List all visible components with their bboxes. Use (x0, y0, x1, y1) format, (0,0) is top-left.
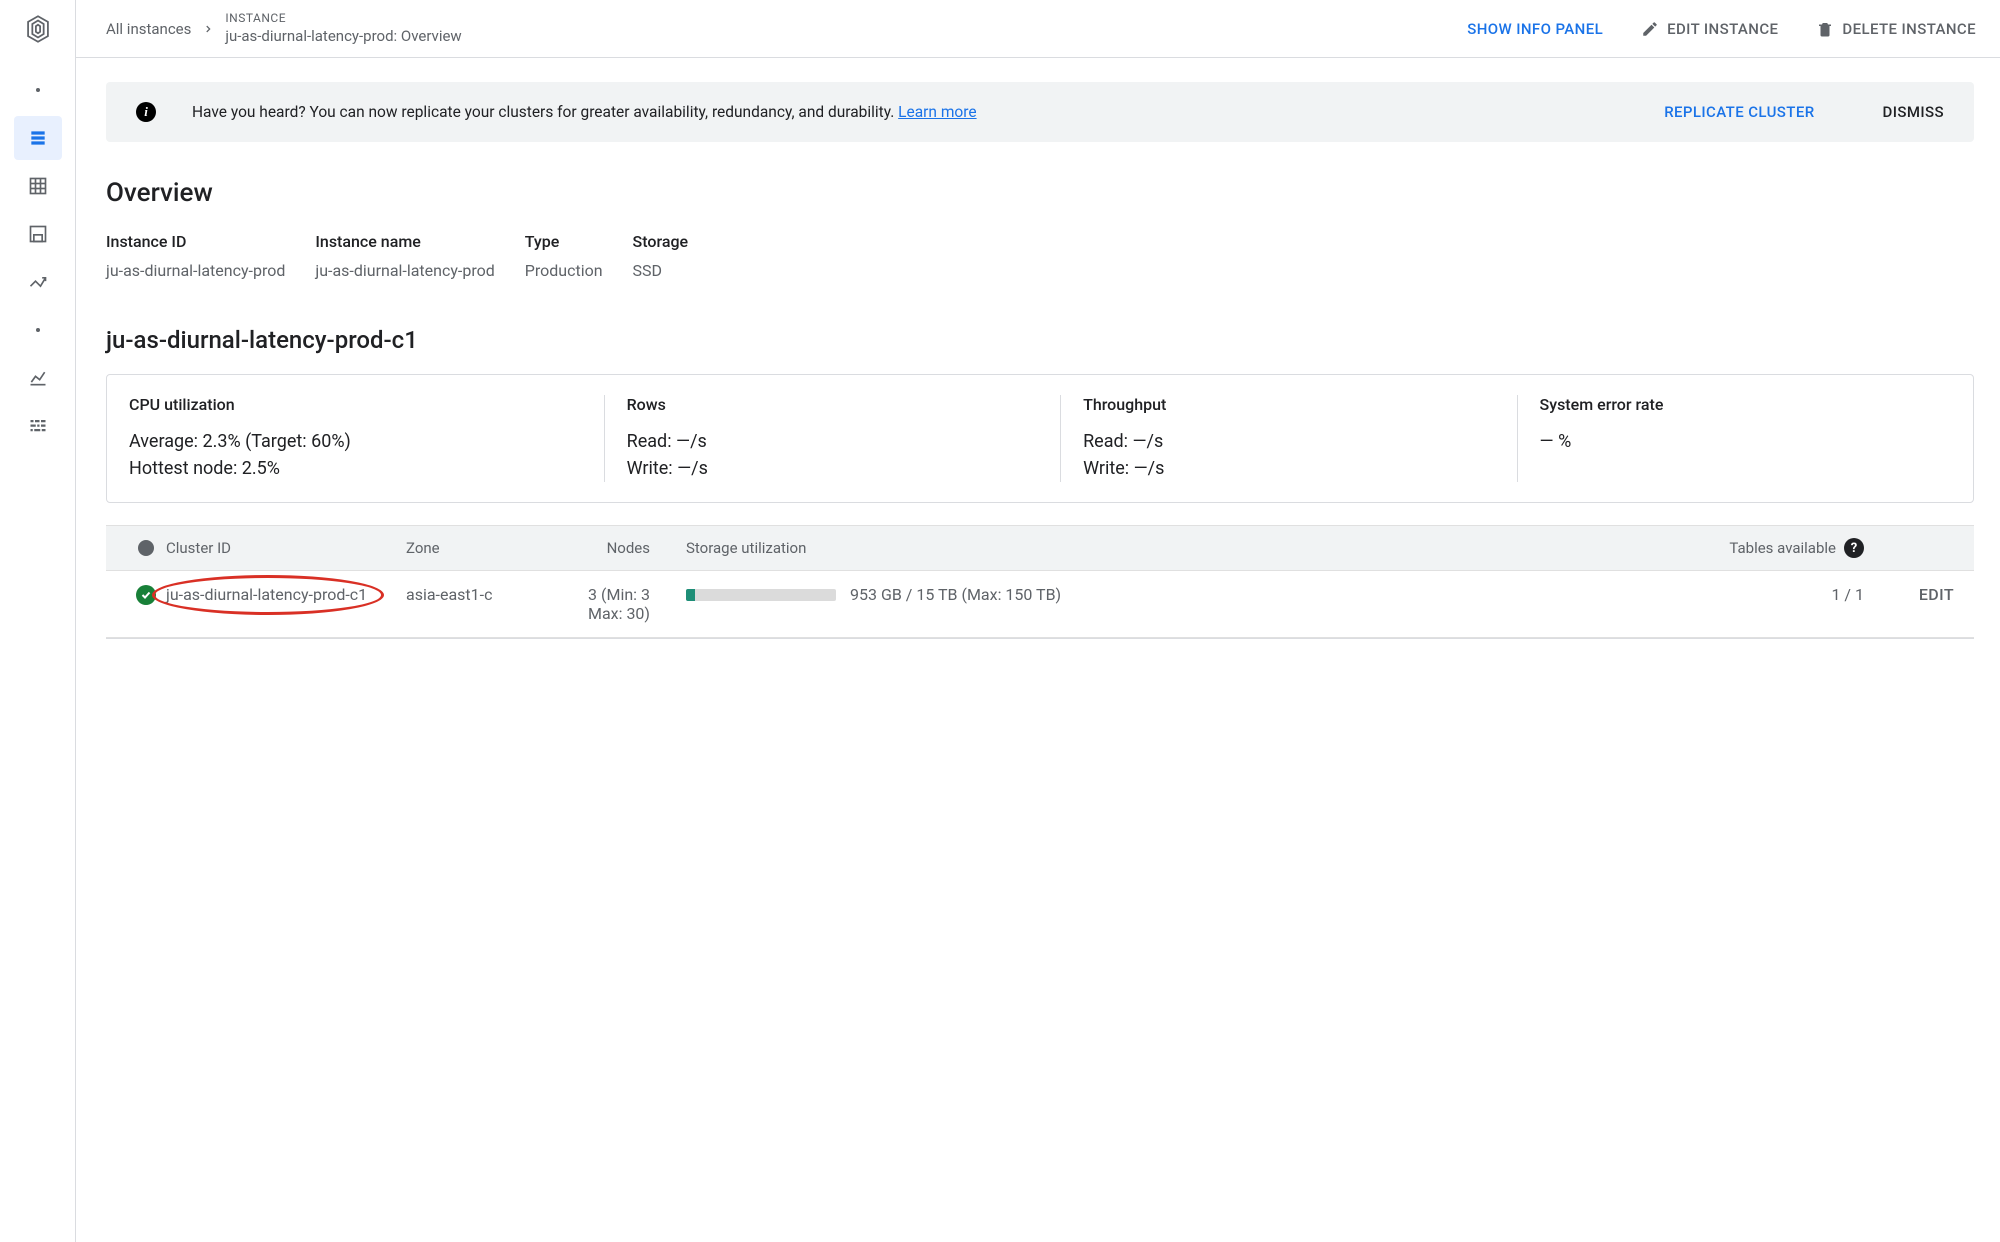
stat-rows-read: Read: —/s (627, 428, 1038, 455)
chevron-right-icon (203, 20, 213, 38)
nav-item-tables[interactable] (14, 164, 62, 208)
field-value-storage: SSD (633, 261, 689, 280)
field-value-type: Production (525, 261, 603, 280)
cell-nodes: 3 (Min: 3 Max: 30) (556, 585, 686, 623)
field-label-instance-name: Instance name (315, 232, 494, 251)
nav-item-backups[interactable] (14, 212, 62, 256)
table-header: Cluster ID Zone Nodes Storage utilizatio… (106, 525, 1974, 571)
pencil-icon (1641, 20, 1659, 38)
stat-rows-write: Write: —/s (627, 455, 1038, 482)
dismiss-button[interactable]: DISMISS (1883, 103, 1944, 121)
cell-cluster-id[interactable]: ju-as-diurnal-latency-prod-c1 (166, 585, 367, 604)
nav-item-instances[interactable] (14, 116, 62, 160)
status-header-icon (138, 540, 154, 556)
product-logo[interactable] (0, 0, 76, 58)
nav-item-monitoring[interactable] (14, 356, 62, 400)
nav-item-migration[interactable] (14, 260, 62, 304)
stat-cpu-avg: Average: 2.3% (Target: 60%) (129, 428, 582, 455)
replicate-cluster-button[interactable]: REPLICATE CLUSTER (1664, 103, 1814, 121)
field-label-storage: Storage (633, 232, 689, 251)
delete-instance-button[interactable]: DELETE INSTANCE (1816, 20, 1976, 38)
breadcrumb: All instances INSTANCE ju-as-diurnal-lat… (106, 11, 462, 46)
stat-label-error: System error rate (1540, 395, 1951, 414)
field-label-type: Type (525, 232, 603, 251)
topbar: All instances INSTANCE ju-as-diurnal-lat… (76, 0, 2000, 58)
info-icon: i (136, 102, 156, 122)
breadcrumb-current: INSTANCE ju-as-diurnal-latency-prod: Ove… (225, 11, 461, 46)
th-nodes[interactable]: Nodes (556, 539, 686, 557)
trash-icon (1816, 20, 1834, 38)
hexagon-logo-icon (21, 12, 55, 46)
stat-tp-read: Read: —/s (1083, 428, 1494, 455)
status-ok-icon (136, 585, 156, 605)
breadcrumb-label: INSTANCE (225, 11, 461, 27)
table-row: ju-as-diurnal-latency-prod-c1 asia-east1… (106, 571, 1974, 638)
cluster-table: Cluster ID Zone Nodes Storage utilizatio… (106, 525, 1974, 639)
field-label-instance-id: Instance ID (106, 232, 285, 251)
stat-label-throughput: Throughput (1083, 395, 1494, 414)
th-zone[interactable]: Zone (406, 539, 556, 557)
backup-icon (28, 224, 48, 244)
arrows-icon (28, 272, 48, 292)
storage-progress (686, 589, 836, 601)
chart-icon (28, 368, 48, 388)
edit-instance-button[interactable]: EDIT INSTANCE (1641, 20, 1778, 38)
page-title: Overview (106, 178, 1974, 208)
breadcrumb-root[interactable]: All instances (106, 20, 191, 38)
instance-fields: Instance ID ju-as-diurnal-latency-prod I… (106, 232, 1974, 280)
stat-label-cpu: CPU utilization (129, 395, 582, 414)
stat-cpu-hot: Hottest node: 2.5% (129, 455, 582, 482)
heatmap-icon (28, 417, 48, 435)
replication-banner: i Have you heard? You can now replicate … (106, 82, 1974, 142)
cell-storage-text: 953 GB / 15 TB (Max: 150 TB) (850, 585, 1061, 604)
field-value-instance-id: ju-as-diurnal-latency-prod (106, 261, 285, 280)
field-value-instance-name: ju-as-diurnal-latency-prod (315, 261, 494, 280)
learn-more-link[interactable]: Learn more (898, 103, 976, 121)
cluster-stats-card: CPU utilization Average: 2.3% (Target: 6… (106, 374, 1974, 503)
show-info-panel-button[interactable]: SHOW INFO PANEL (1467, 20, 1603, 38)
edit-cluster-button[interactable]: EDIT (1919, 585, 1954, 604)
stat-error-value: — % (1540, 428, 1951, 455)
nav-item-placeholder-2[interactable] (14, 308, 62, 352)
cell-zone: asia-east1-c (406, 585, 556, 604)
stat-tp-write: Write: —/s (1083, 455, 1494, 482)
nav-item-keyvis[interactable] (14, 404, 62, 448)
th-cluster-id[interactable]: Cluster ID (166, 539, 406, 557)
breadcrumb-title: ju-as-diurnal-latency-prod: Overview (225, 27, 461, 47)
stat-label-rows: Rows (627, 395, 1038, 414)
cell-tables: 1 / 1 (1684, 585, 1864, 604)
sidebar (0, 0, 76, 1242)
nav-item-placeholder-1[interactable] (14, 68, 62, 112)
table-icon (28, 176, 48, 196)
th-storage[interactable]: Storage utilization (686, 539, 1684, 557)
banner-text: Have you heard? You can now replicate yo… (192, 103, 1628, 121)
help-icon[interactable]: ? (1844, 538, 1864, 558)
th-tables: Tables available ? (1684, 538, 1864, 558)
instances-icon (28, 128, 48, 148)
cluster-title: ju-as-diurnal-latency-prod-c1 (106, 326, 1974, 354)
